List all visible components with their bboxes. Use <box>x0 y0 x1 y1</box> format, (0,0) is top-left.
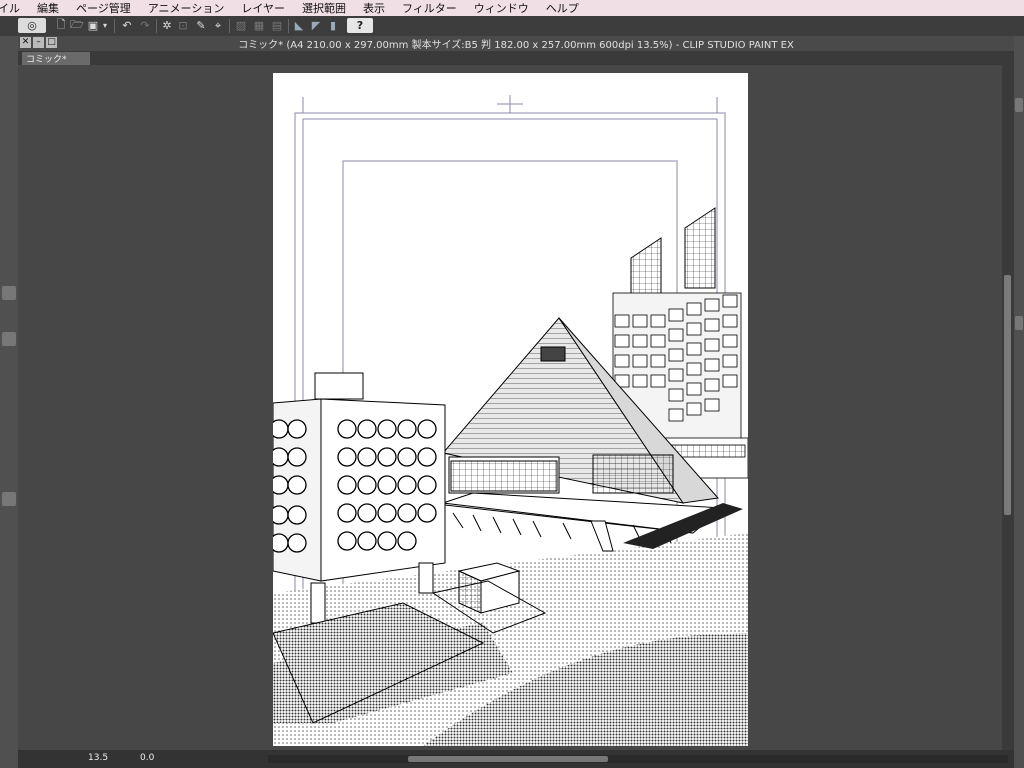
invert-selection-icon[interactable]: ▦ <box>252 18 266 33</box>
selection-icon[interactable]: ▤ <box>270 18 284 33</box>
zoom-value[interactable]: 13.5 <box>88 753 108 763</box>
right-panel-strip <box>1014 36 1024 768</box>
toolbar-divider <box>114 19 115 33</box>
undo-icon[interactable]: ↶ <box>120 18 134 33</box>
horizontal-scroll-thumb[interactable] <box>408 756 608 762</box>
ruler-snap-icon[interactable]: ◣ <box>292 18 306 33</box>
document-tab-row: コミック* <box>18 51 1014 65</box>
trash-icon[interactable] <box>2 286 16 300</box>
redo-icon[interactable]: ↷ <box>138 18 152 33</box>
menu-selection[interactable]: 選択範囲 <box>302 0 346 16</box>
grid-snap-icon[interactable]: ▮ <box>326 18 340 33</box>
transform-icon[interactable]: ⊡ <box>176 18 190 33</box>
menu-window[interactable]: ウィンドウ <box>474 0 529 16</box>
zoom-icon[interactable] <box>2 332 16 346</box>
menu-layer[interactable]: レイヤー <box>241 0 285 16</box>
tab-comic[interactable]: コミック* <box>22 52 90 65</box>
minimize-icon[interactable]: – <box>33 37 44 48</box>
menu-view[interactable]: 表示 <box>363 0 385 16</box>
fill-icon[interactable]: ✎ <box>194 18 208 33</box>
toolbar-divider <box>156 19 157 33</box>
left-panel-strip <box>0 36 18 768</box>
menu-page[interactable]: ページ管理 <box>76 0 131 16</box>
tool-icon[interactable] <box>2 492 16 506</box>
document-title: コミック* (A4 210.00 x 297.00mm 製本サイズ:B5 判 1… <box>238 40 794 51</box>
save-icon[interactable]: ▣ <box>86 18 100 33</box>
menu-filter[interactable]: フィルター <box>402 0 457 16</box>
deselect-icon[interactable]: ⌖ <box>211 18 225 33</box>
maximize-icon[interactable]: □ <box>46 37 57 48</box>
toolbar-divider <box>229 19 230 33</box>
status-bar: 13.5 0.0 <box>18 750 1014 768</box>
new-file-icon[interactable]: 🗋 <box>54 18 68 33</box>
toolbar: ◎ 🗋 🗁 ▣ ▾ ↶ ↷ ✲ ⊡ ✎ ⌖ ▨ ▦ ▤ ◣ ◤ ▮ ? <box>0 16 1024 37</box>
menu-animation[interactable]: アニメーション <box>148 0 225 16</box>
document-title-bar: コミック* (A4 210.00 x 297.00mm 製本サイズ:B5 判 1… <box>18 36 1014 51</box>
open-file-icon[interactable]: 🗁 <box>70 18 84 33</box>
toolbar-divider <box>288 19 289 33</box>
canvas-page[interactable] <box>273 73 748 746</box>
help-button[interactable]: ? <box>347 18 373 33</box>
tab-label: コミック* <box>26 55 67 65</box>
panel-toggle-icon[interactable] <box>1015 316 1023 330</box>
crop-icon[interactable]: ▨ <box>234 18 248 33</box>
close-icon[interactable]: ✕ <box>20 37 31 48</box>
menu-file[interactable]: イル <box>0 0 20 16</box>
special-ruler-snap-icon[interactable]: ◤ <box>309 18 323 33</box>
clear-icon[interactable]: ✲ <box>160 18 174 33</box>
save-dropdown-icon[interactable]: ▾ <box>100 18 110 33</box>
vertical-scroll-thumb[interactable] <box>1004 275 1011 515</box>
menu-help[interactable]: ヘルプ <box>546 0 579 16</box>
rotation-value[interactable]: 0.0 <box>140 753 154 763</box>
app-logo-button[interactable]: ◎ <box>18 18 46 33</box>
panel-toggle-icon[interactable] <box>1015 98 1023 112</box>
menu-bar: イル 編集 ページ管理 アニメーション レイヤー 選択範囲 表示 フィルター ウ… <box>0 0 1024 16</box>
horizontal-scrollbar[interactable] <box>268 755 1008 763</box>
window-controls: ✕ – □ <box>20 37 57 48</box>
manga-illustration <box>273 95 748 746</box>
menu-edit[interactable]: 編集 <box>37 0 59 16</box>
